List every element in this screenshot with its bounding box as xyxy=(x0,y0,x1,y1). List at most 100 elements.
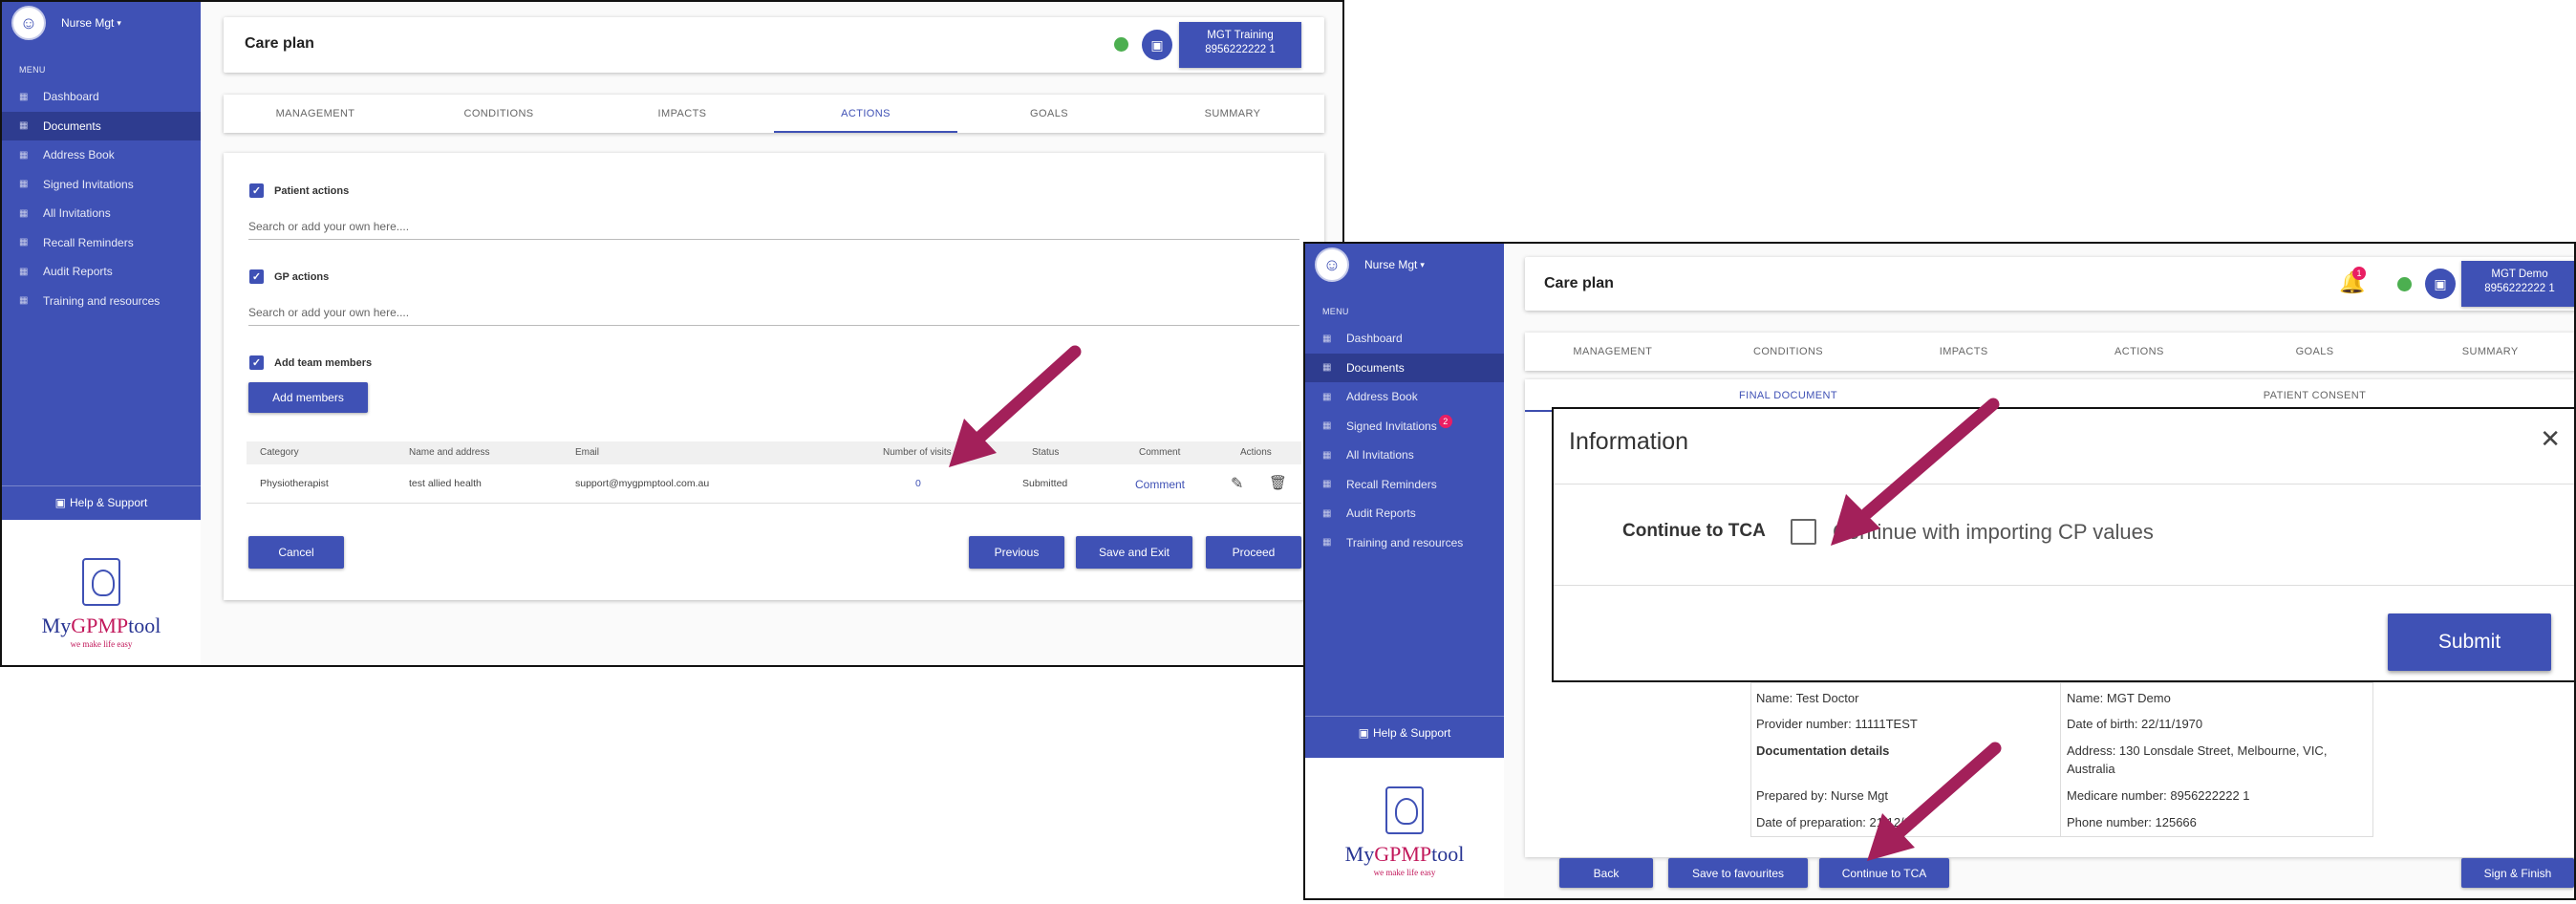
patient-button[interactable]: MGT Demo 8956222222 1 xyxy=(2461,261,2574,307)
save-favourites-button[interactable]: Save to favourites xyxy=(1668,858,1808,888)
tab-conditions[interactable]: CONDITIONS xyxy=(1701,333,1877,371)
tab-management[interactable]: MANAGEMENT xyxy=(224,95,407,133)
sidebar-item-recall-reminders[interactable]: ▦ Recall Reminders xyxy=(1305,470,1504,500)
save-exit-button[interactable]: Save and Exit xyxy=(1076,536,1192,569)
sidebar-item-all-invitations[interactable]: ▦ All Invitations xyxy=(2,199,201,228)
information-dialog: Information ✕ Continue to TCA Continue w… xyxy=(1552,407,2574,682)
book-icon: ▣ xyxy=(54,495,66,509)
chevron-down-icon: ▾ xyxy=(1420,259,1425,269)
grid-icon: ▦ xyxy=(1322,420,1332,432)
previous-button[interactable]: Previous xyxy=(969,536,1064,569)
help-support-link[interactable]: ▣ Help & Support xyxy=(1305,716,1504,748)
sidebar-item-dashboard[interactable]: ▦ Dashboard xyxy=(2,82,201,112)
menu-label: MENU xyxy=(1322,307,1349,316)
grid-icon: ▦ xyxy=(1322,537,1332,549)
visits-link[interactable]: 0 xyxy=(915,478,921,489)
grid-icon: ▦ xyxy=(19,149,29,161)
grid-icon: ▦ xyxy=(19,120,29,132)
sign-finish-button[interactable]: Sign & Finish xyxy=(2461,858,2574,888)
chevron-down-icon: ▾ xyxy=(117,17,121,28)
sidebar-item-signed-invitations[interactable]: ▦ Signed Invitations xyxy=(2,170,201,200)
tab-goals[interactable]: GOALS xyxy=(957,95,1141,133)
tab-impacts[interactable]: IMPACTS xyxy=(1876,333,2051,371)
logo-icon xyxy=(1385,786,1424,834)
import-cp-checkbox[interactable] xyxy=(1791,519,1816,545)
team-table-header: Category Name and address Email Number o… xyxy=(247,441,1301,464)
cancel-button[interactable]: Cancel xyxy=(248,536,344,569)
grid-icon: ▦ xyxy=(1322,391,1332,402)
edit-icon[interactable]: ✎ xyxy=(1231,474,1243,493)
tab-actions[interactable]: ACTIONS xyxy=(2051,333,2227,371)
sidebar: ☺ Nurse Mgt ▾ MENU ▦ Dashboard ▦ Documents… xyxy=(2,2,201,520)
sidebar-item-recall-reminders[interactable]: ▦ Recall Reminders xyxy=(2,228,201,258)
sidebar-item-audit-reports[interactable]: ▦ Audit Reports xyxy=(1305,499,1504,528)
patient-actions-search[interactable] xyxy=(248,220,1299,240)
patient-actions-row: ✓ Patient actions xyxy=(249,183,349,198)
close-icon[interactable]: ✕ xyxy=(2540,424,2561,454)
grid-icon: ▦ xyxy=(19,91,29,102)
sidebar-item-address-book[interactable]: ▦ Address Book xyxy=(2,140,201,170)
continue-tca-label: Continue to TCA xyxy=(1622,521,1766,541)
sidebar-item-address-book[interactable]: ▦ Address Book xyxy=(1305,382,1504,412)
team-members-row: ✓ Add team members xyxy=(249,355,372,370)
sidebar: ☺ Nurse Mgt ▾ MENU ▦ Dashboard ▦ Documents… xyxy=(1305,244,1504,758)
sidebar-item-training[interactable]: ▦ Training and resources xyxy=(2,287,201,316)
user-menu[interactable]: ☺ Nurse Mgt ▾ xyxy=(2,2,201,44)
user-menu[interactable]: ☺ Nurse Mgt ▾ xyxy=(1305,244,1504,286)
sidebar-item-all-invitations[interactable]: ▦ All Invitations xyxy=(1305,441,1504,470)
submit-button[interactable]: Submit xyxy=(2388,613,2551,671)
patient-button[interactable]: MGT Training 8956222222 1 xyxy=(1179,22,1301,68)
sidebar-item-documents[interactable]: ▦ Documents xyxy=(2,111,201,140)
sidebar-item-training[interactable]: ▦ Training and resources xyxy=(1305,528,1504,558)
avatar: ☺ xyxy=(1315,248,1349,282)
comment-link[interactable]: Comment xyxy=(1135,478,1185,491)
sidebar-item-audit-reports[interactable]: ▦ Audit Reports xyxy=(2,257,201,287)
gp-actions-checkbox[interactable]: ✓ xyxy=(249,269,264,284)
proceed-button[interactable]: Proceed xyxy=(1206,536,1301,569)
logo: MyGPMPtool we make life easy xyxy=(2,520,201,665)
dialog-title: Information xyxy=(1569,428,1689,455)
header-card: Care plan 🔔 1 ▣ MGT Demo 8956222222 1 xyxy=(1525,257,2574,311)
tab-goals[interactable]: GOALS xyxy=(2227,333,2403,371)
sidebar-item-documents[interactable]: ▦ Documents xyxy=(1305,353,1504,382)
add-members-button[interactable]: Add members xyxy=(248,382,368,413)
sidebar-item-dashboard[interactable]: ▦ Dashboard xyxy=(1305,324,1504,354)
page-title: Care plan xyxy=(245,35,314,52)
logo-icon xyxy=(82,558,120,606)
grid-icon: ▦ xyxy=(1322,449,1332,461)
actions-panel: ✓ Patient actions ✓ GP actions ✓ Add tea… xyxy=(224,153,1324,600)
status-dot xyxy=(1114,37,1128,52)
delete-icon[interactable]: 🗑 xyxy=(1269,474,1287,491)
sidebar-item-signed-invitations[interactable]: ▦ Signed Invitations 2 xyxy=(1305,412,1504,441)
tab-summary[interactable]: SUMMARY xyxy=(1141,95,1324,133)
tab-actions[interactable]: ACTIONS xyxy=(774,95,957,133)
tab-summary[interactable]: SUMMARY xyxy=(2402,333,2574,371)
grid-icon: ▦ xyxy=(1322,362,1332,374)
notification-badge: 1 xyxy=(2352,267,2366,280)
gp-actions-row: ✓ GP actions xyxy=(249,269,329,284)
grid-icon: ▦ xyxy=(1322,507,1332,519)
logo: MyGPMPtool we make life easy xyxy=(1305,758,1504,898)
status-dot xyxy=(2397,277,2412,291)
book-icon: ▣ xyxy=(1358,725,1369,740)
tab-bar: MANAGEMENT CONDITIONS IMPACTS ACTIONS GO… xyxy=(224,95,1324,133)
team-members-checkbox[interactable]: ✓ xyxy=(249,355,264,370)
grid-icon: ▦ xyxy=(1322,479,1332,490)
save-icon[interactable]: ▣ xyxy=(1142,30,1172,60)
help-support-link[interactable]: ▣ Help & Support xyxy=(2,485,201,518)
gp-actions-search[interactable] xyxy=(248,306,1299,326)
page-title: Care plan xyxy=(1544,275,1614,291)
tab-impacts[interactable]: IMPACTS xyxy=(590,95,774,133)
save-icon[interactable]: ▣ xyxy=(2425,269,2456,299)
grid-icon: ▦ xyxy=(19,237,29,248)
tab-management[interactable]: MANAGEMENT xyxy=(1525,333,1701,371)
import-cp-label[interactable]: Continue with importing CP values xyxy=(1833,520,2154,545)
patient-actions-checkbox[interactable]: ✓ xyxy=(249,183,264,198)
continue-tca-button[interactable]: Continue to TCA xyxy=(1819,858,1949,888)
final-document-window: ☺ Nurse Mgt ▾ MENU ▦ Dashboard ▦ Documents… xyxy=(1303,242,2576,900)
user-name: Nurse Mgt xyxy=(1364,258,1418,271)
grid-icon: ▦ xyxy=(19,266,29,277)
tab-conditions[interactable]: CONDITIONS xyxy=(407,95,590,133)
header-card: Care plan ▣ MGT Training 8956222222 1 xyxy=(224,17,1324,73)
back-button[interactable]: Back xyxy=(1559,858,1653,888)
